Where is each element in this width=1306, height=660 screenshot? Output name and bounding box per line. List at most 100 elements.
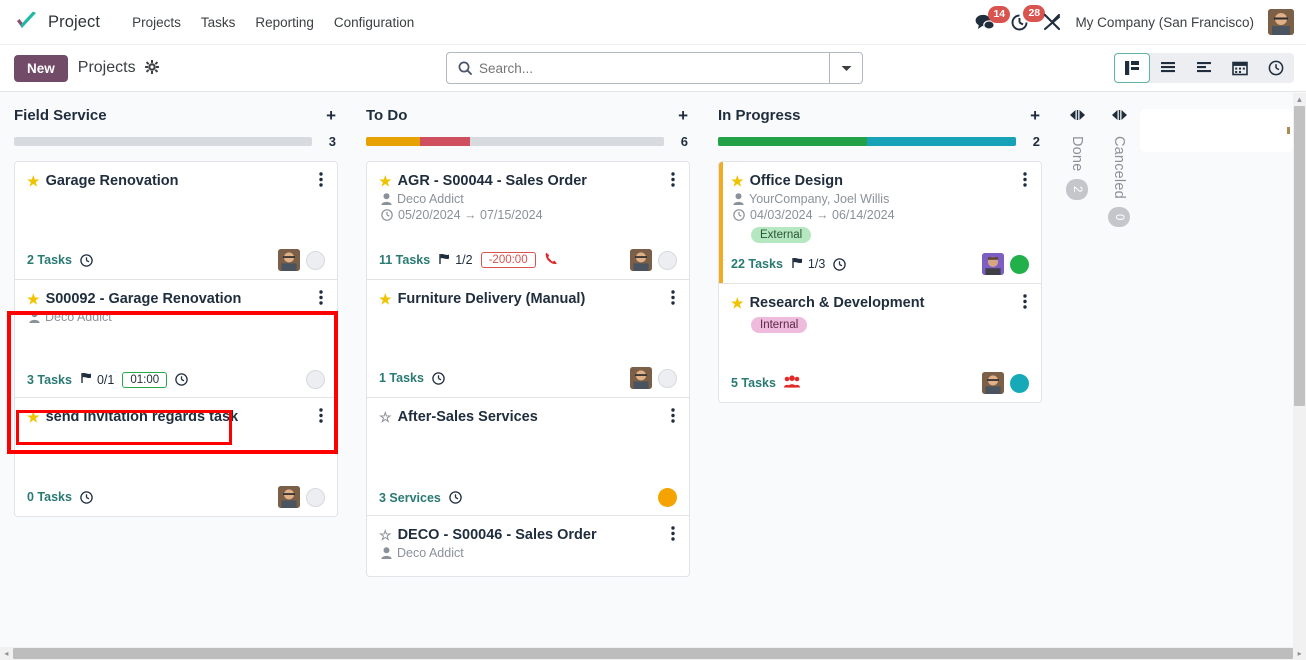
kanban-card[interactable]: ★ Office Design YourCompany, Joel Willis 04… [719, 162, 1041, 285]
kanban-status-dot[interactable] [1010, 373, 1029, 393]
remaining-hours-badge[interactable]: -200:00 [480, 252, 536, 268]
kanban-card-menu-icon[interactable] [317, 172, 325, 188]
view-button-list[interactable] [1150, 53, 1186, 83]
kanban-column-collapsed[interactable]: Done 2 [1056, 93, 1098, 648]
horizontal-scrollbar[interactable]: ◂ ▸ [0, 647, 1306, 660]
kanban-status-dot[interactable] [306, 487, 325, 507]
kanban-card-title[interactable]: AGR - S00044 - Sales Order [398, 172, 587, 190]
assignee-avatar[interactable] [982, 372, 1004, 395]
app-brand-name[interactable]: Project [48, 13, 100, 32]
kanban-card-title[interactable]: Garage Renovation [46, 172, 179, 190]
search-bar[interactable] [446, 52, 863, 84]
company-switcher[interactable]: My Company (San Francisco) [1075, 15, 1254, 30]
kanban-card[interactable]: ★ Research & Development Internal 5 Tasks [719, 284, 1041, 403]
kanban-columns-scroller[interactable]: Field Service +3 ★ Garage Renovation 2 Tasks… [0, 93, 1306, 648]
timesheet-clock-icon[interactable] [449, 491, 462, 504]
star-filled-icon[interactable]: ★ [27, 174, 40, 188]
kanban-card-tasks-link[interactable]: 0 Tasks [27, 490, 72, 504]
kanban-card-menu-icon[interactable] [317, 408, 325, 424]
assignee-avatar[interactable] [278, 249, 300, 271]
messages-button[interactable]: 14 [975, 5, 1011, 31]
kanban-card[interactable]: ★ AGR - S00044 - Sales Order Deco Addict 05… [367, 162, 689, 280]
star-outline-icon[interactable]: ☆ [379, 528, 392, 542]
kanban-card-tasks-link[interactable]: 1 Tasks [379, 371, 424, 385]
odoo-check-logo-icon[interactable] [14, 9, 40, 35]
view-button-activity[interactable] [1186, 53, 1222, 83]
timesheet-clock-icon[interactable] [80, 253, 93, 267]
view-button-timesheet[interactable] [1258, 53, 1294, 83]
assignee-avatar[interactable] [630, 367, 652, 389]
kanban-status-dot[interactable] [658, 368, 677, 388]
kanban-card-title[interactable]: send Invitation regards task [46, 408, 239, 426]
star-filled-icon[interactable]: ★ [731, 174, 744, 188]
add-column-placeholder[interactable] [1140, 93, 1300, 152]
view-button-calendar[interactable] [1222, 53, 1258, 83]
kanban-card-title[interactable]: Furniture Delivery (Manual) [398, 290, 586, 308]
kanban-column-title[interactable]: Field Service [14, 107, 107, 124]
search-dropdown-toggle[interactable] [829, 53, 862, 83]
new-button[interactable]: New [14, 54, 68, 82]
kanban-column-collapsed[interactable]: Canceled 0 [1098, 93, 1140, 648]
kanban-progress-segment[interactable] [867, 137, 1016, 146]
kanban-card-menu-icon[interactable] [1021, 294, 1029, 310]
kanban-card-menu-icon[interactable] [669, 408, 677, 424]
kanban-card-tasks-link[interactable]: 22 Tasks [731, 257, 783, 271]
kanban-column-collapsed-title[interactable]: Done [1069, 136, 1085, 171]
kanban-card-tag[interactable]: Internal [751, 317, 808, 334]
kanban-card-tag[interactable]: External [751, 227, 812, 244]
kanban-card-title[interactable]: Office Design [750, 172, 843, 190]
gear-icon[interactable] [144, 59, 159, 77]
kanban-progress-segment[interactable] [14, 137, 312, 146]
kanban-status-dot[interactable] [658, 250, 677, 270]
kanban-status-dot[interactable] [306, 370, 325, 389]
kanban-card-tasks-link[interactable]: 3 Tasks [27, 373, 72, 387]
kanban-card[interactable]: ★ Garage Renovation 2 Tasks [15, 162, 337, 280]
vertical-scroll-thumb[interactable] [1294, 106, 1305, 406]
assignee-avatar[interactable] [982, 253, 1004, 276]
activities-button[interactable]: 28 [1010, 4, 1046, 32]
kanban-progress-segment[interactable] [718, 137, 867, 146]
kanban-card[interactable]: ☆ After-Sales Services 3 Services [367, 398, 689, 516]
kanban-card[interactable]: ★ send Invitation regards task 0 Tasks [15, 398, 337, 516]
kanban-card-tasks-link[interactable]: 3 Services [379, 491, 441, 505]
user-avatar[interactable] [1268, 9, 1294, 35]
star-filled-icon[interactable]: ★ [27, 292, 40, 306]
timesheet-clock-icon[interactable] [833, 257, 847, 271]
kanban-card-title[interactable]: After-Sales Services [398, 408, 538, 426]
milestone-flag-icon[interactable] [80, 372, 93, 387]
remaining-hours-badge[interactable]: 01:00 [122, 371, 168, 388]
kanban-card[interactable]: ☆ DECO - S00046 - Sales Order Deco Addict [367, 516, 689, 576]
kanban-card-menu-icon[interactable] [669, 172, 677, 188]
kanban-progress-segment[interactable] [470, 137, 664, 146]
breadcrumb[interactable]: Projects [78, 59, 136, 77]
kanban-progress-bar[interactable] [14, 137, 312, 146]
kanban-card-menu-icon[interactable] [317, 290, 325, 306]
kanban-card-title[interactable]: Research & Development [750, 294, 925, 312]
expand-column-icon[interactable] [1111, 109, 1128, 124]
assignee-avatar[interactable] [278, 486, 300, 508]
kanban-card-menu-icon[interactable] [1021, 172, 1029, 188]
kanban-progress-segment[interactable] [366, 137, 420, 146]
add-record-plus-icon[interactable]: + [1030, 107, 1040, 124]
kanban-status-dot[interactable] [1010, 254, 1029, 274]
view-button-kanban[interactable] [1114, 53, 1150, 83]
star-filled-icon[interactable]: ★ [379, 292, 392, 306]
nav-menu-projects[interactable]: Projects [122, 9, 191, 36]
kanban-card-title[interactable]: S00092 - Garage Renovation [46, 290, 242, 308]
kanban-progress-segment[interactable] [419, 137, 471, 146]
kanban-card-tasks-link[interactable]: 5 Tasks [731, 376, 776, 390]
milestone-flag-icon[interactable] [438, 253, 451, 268]
kanban-card-tasks-link[interactable]: 11 Tasks [379, 253, 430, 267]
kanban-status-dot[interactable] [306, 250, 325, 270]
add-record-plus-icon[interactable]: + [326, 107, 336, 124]
kanban-status-dot[interactable] [658, 488, 677, 507]
kanban-card-menu-icon[interactable] [669, 526, 677, 542]
kanban-progress-bar[interactable] [718, 137, 1016, 146]
kanban-column-title[interactable]: In Progress [718, 107, 801, 124]
scroll-left-arrow[interactable]: ◂ [0, 649, 13, 658]
scroll-right-arrow[interactable]: ▸ [1293, 649, 1306, 658]
vertical-scrollbar[interactable]: ▲ [1293, 93, 1306, 648]
kanban-column-collapsed-title[interactable]: Canceled [1111, 136, 1127, 199]
timesheet-clock-icon[interactable] [80, 490, 93, 504]
phone-activity-icon[interactable] [544, 251, 559, 269]
